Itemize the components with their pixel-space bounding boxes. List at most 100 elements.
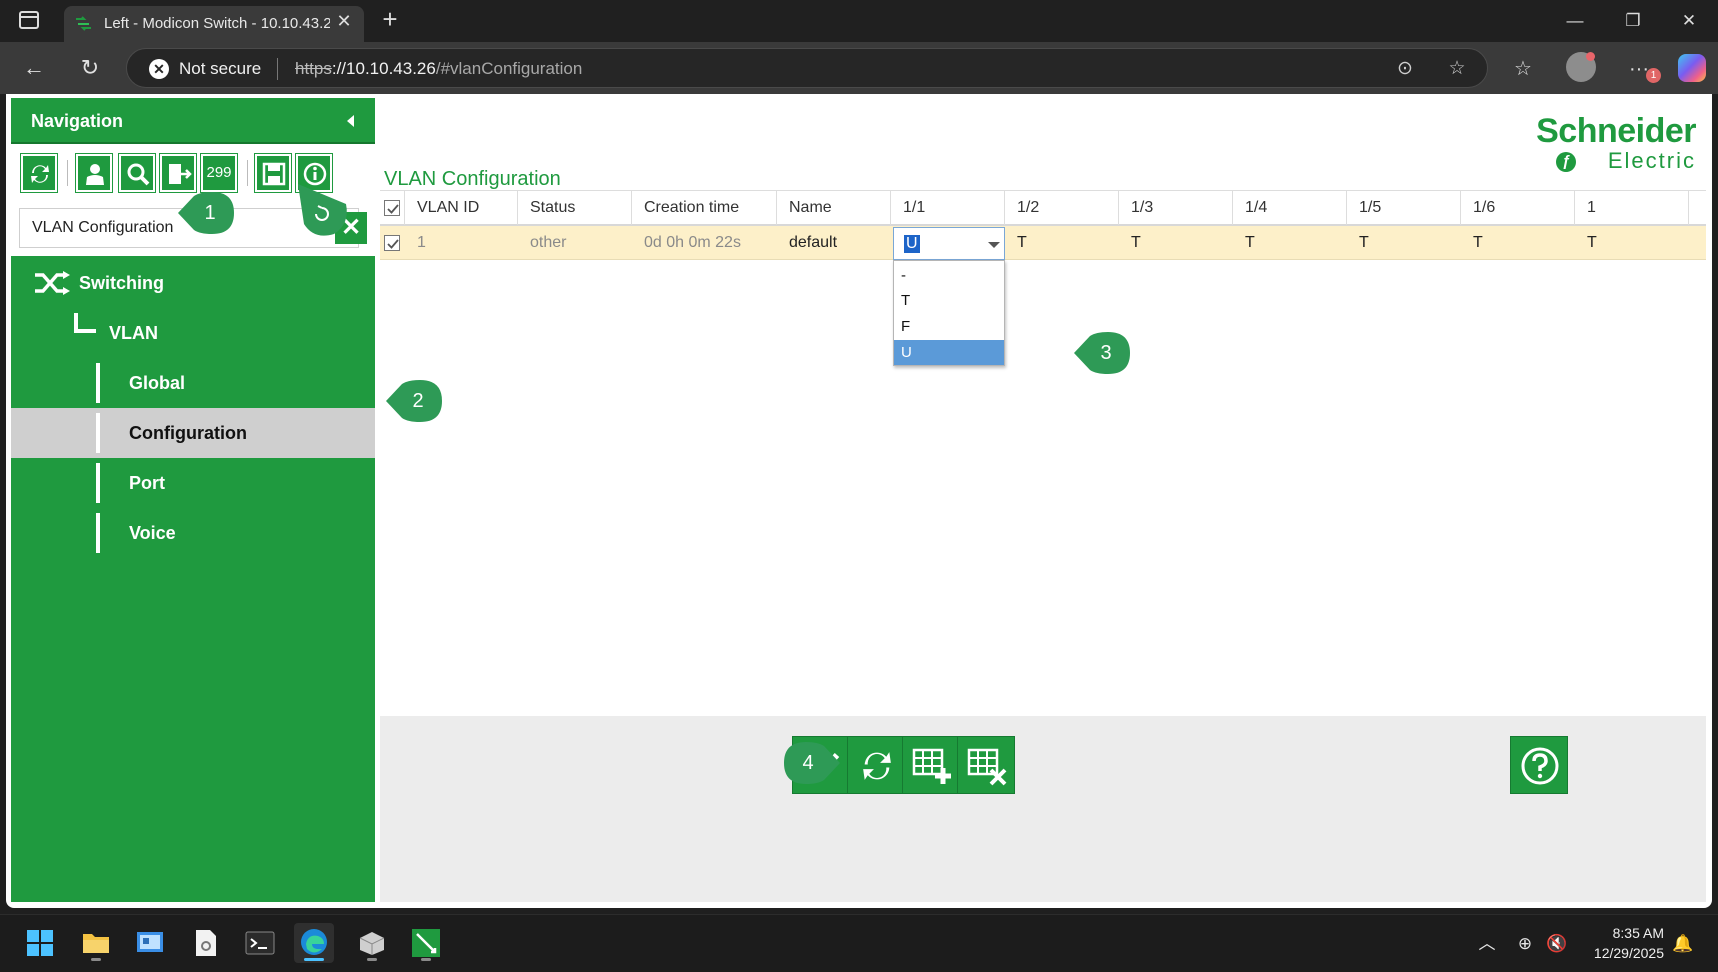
url-text[interactable]: https://10.10.43.26/#vlanConfiguration [295,59,582,79]
cell-port-1-2[interactable]: T [1005,226,1119,259]
collapse-arrow-icon[interactable] [347,115,354,127]
cell-name[interactable]: default [777,226,891,259]
toolbar-separator [247,160,248,186]
column-header-status[interactable]: Status [518,191,632,225]
restore-icon[interactable]: ❐ [1618,8,1648,34]
favorites-icon[interactable]: ☆ [1508,54,1538,84]
tree-item-global[interactable]: Global [11,358,375,408]
column-header-port-1-7[interactable]: 1 [1575,191,1689,225]
favorite-star-icon[interactable]: ☆ [1445,57,1469,81]
column-header-port-1-3[interactable]: 1/3 [1119,191,1233,225]
column-header-port-1-1[interactable]: 1/1 [891,191,1005,225]
address-bar[interactable]: ✕ Not secure https://10.10.43.26/#vlanCo… [126,48,1488,88]
notification-bell-icon[interactable]: 🔔 [1672,933,1694,955]
taskbar-switch-app[interactable] [406,923,446,963]
tree-item-vlan[interactable]: VLAN [11,308,375,358]
edge-browser-icon [301,929,327,955]
taskbar-app-package[interactable] [352,923,392,963]
dropdown-caret-icon[interactable] [988,242,1000,248]
cell-port-1-5[interactable]: T [1347,226,1461,259]
tab-actions-icon[interactable] [19,11,39,29]
cell-port-1-4[interactable]: T [1233,226,1347,259]
callout-marker: 3 [1074,332,1130,374]
table-row[interactable]: 1 other 0d 0h 0m 22s default T T T T T T [380,226,1706,260]
alarm-count: 299 [206,164,232,181]
running-indicator [304,958,324,961]
tray-chevron-up-icon[interactable]: ︿ [1476,933,1498,955]
network-globe-icon[interactable]: ⊕ [1514,933,1536,955]
taskbar-terminal[interactable] [240,923,280,963]
reload-button[interactable] [847,736,905,794]
back-icon[interactable]: ← [18,52,50,84]
volume-muted-icon[interactable]: 🔇 [1546,933,1568,955]
refresh-tool-button[interactable] [21,154,57,192]
new-tab-button[interactable]: + [377,6,403,32]
tree-item-port[interactable]: Port [11,458,375,508]
remove-row-button[interactable] [957,736,1015,794]
user-tool-button[interactable] [76,154,112,192]
taskbar-settings-file[interactable] [186,923,226,963]
security-label[interactable]: Not secure [179,59,261,79]
dropdown-option[interactable]: - [894,263,1004,288]
save-tool-button[interactable] [255,154,291,192]
select-all-cell [380,191,405,225]
tree-item-switching[interactable]: Switching [11,258,375,308]
callout-marker: 1 [178,192,234,234]
cell-port-1-6[interactable]: T [1461,226,1575,259]
taskbar-control-panel[interactable] [130,923,170,963]
add-row-button[interactable] [902,736,960,794]
callout-marker: 2 [386,380,442,422]
column-header-port-1-5[interactable]: 1/5 [1347,191,1461,225]
column-header-name[interactable]: Name [777,191,891,225]
column-header-vlan-id[interactable]: VLAN ID [405,191,518,225]
dropdown-option[interactable]: T [894,288,1004,313]
callout-number: 4 [802,752,814,774]
column-header-port-1-2[interactable]: 1/2 [1005,191,1119,225]
pointer-marker-icon [298,184,347,236]
reading-view-icon[interactable]: ⊙ [1393,57,1417,81]
tree-item-configuration[interactable]: Configuration [11,408,375,458]
tree-indent-bar [96,463,100,503]
cell-port-1-7[interactable]: T [1575,226,1689,259]
tree-item-voice[interactable]: Voice [11,508,375,558]
switching-icon [35,271,70,295]
alarm-count-button[interactable]: 299 [201,154,237,192]
profile-avatar[interactable] [1566,52,1596,82]
taskbar-edge[interactable] [294,923,334,963]
tree-label-voice: Voice [129,523,176,543]
dropdown-option-selected[interactable]: U [894,340,1004,365]
system-clock[interactable]: 8:35 AM 12/29/2025 [1572,923,1664,963]
browser-tab[interactable]: Left - Modicon Switch - 10.10.43.26 ✕ [64,6,364,42]
taskbar-file-explorer[interactable] [76,923,116,963]
dropdown-option[interactable]: F [894,314,1004,339]
port-1-1-dropdown-list: - T F U [893,260,1005,366]
select-all-checkbox[interactable] [384,200,400,216]
tree-label-global: Global [129,373,186,393]
column-header-creation-time[interactable]: Creation time [632,191,777,225]
reload-icon[interactable]: ↻ [74,52,106,84]
row-checkbox[interactable] [384,235,400,251]
help-button[interactable] [1510,736,1568,794]
toolbar-separator [67,160,68,186]
start-button[interactable] [20,923,60,963]
url-host: ://10.10.43.26 [331,59,436,78]
web-page: Navigation 299 VLAN Configuration ✕ Swit… [6,94,1712,908]
minimize-icon[interactable]: — [1560,8,1590,34]
control-panel-icon [137,932,163,952]
logo-line2: Electric [1607,148,1696,173]
main-content: Schneider ƒ Electric VLAN Configuration … [380,98,1706,902]
copilot-icon[interactable] [1678,54,1706,82]
cell-port-1-3[interactable]: T [1119,226,1233,259]
window-close-icon[interactable]: ✕ [1674,8,1704,34]
refresh-icon [31,165,49,183]
callout-number: 2 [412,390,424,412]
port-1-1-select[interactable]: U [893,227,1005,260]
logout-tool-button[interactable] [160,154,196,192]
search-tool-button[interactable] [119,154,155,192]
package-icon [359,932,385,955]
column-header-port-1-6[interactable]: 1/6 [1461,191,1575,225]
not-secure-icon[interactable]: ✕ [149,59,169,79]
tree-label-configuration: Configuration [129,423,247,443]
tab-close-icon[interactable]: ✕ [334,11,354,31]
column-header-port-1-4[interactable]: 1/4 [1233,191,1347,225]
